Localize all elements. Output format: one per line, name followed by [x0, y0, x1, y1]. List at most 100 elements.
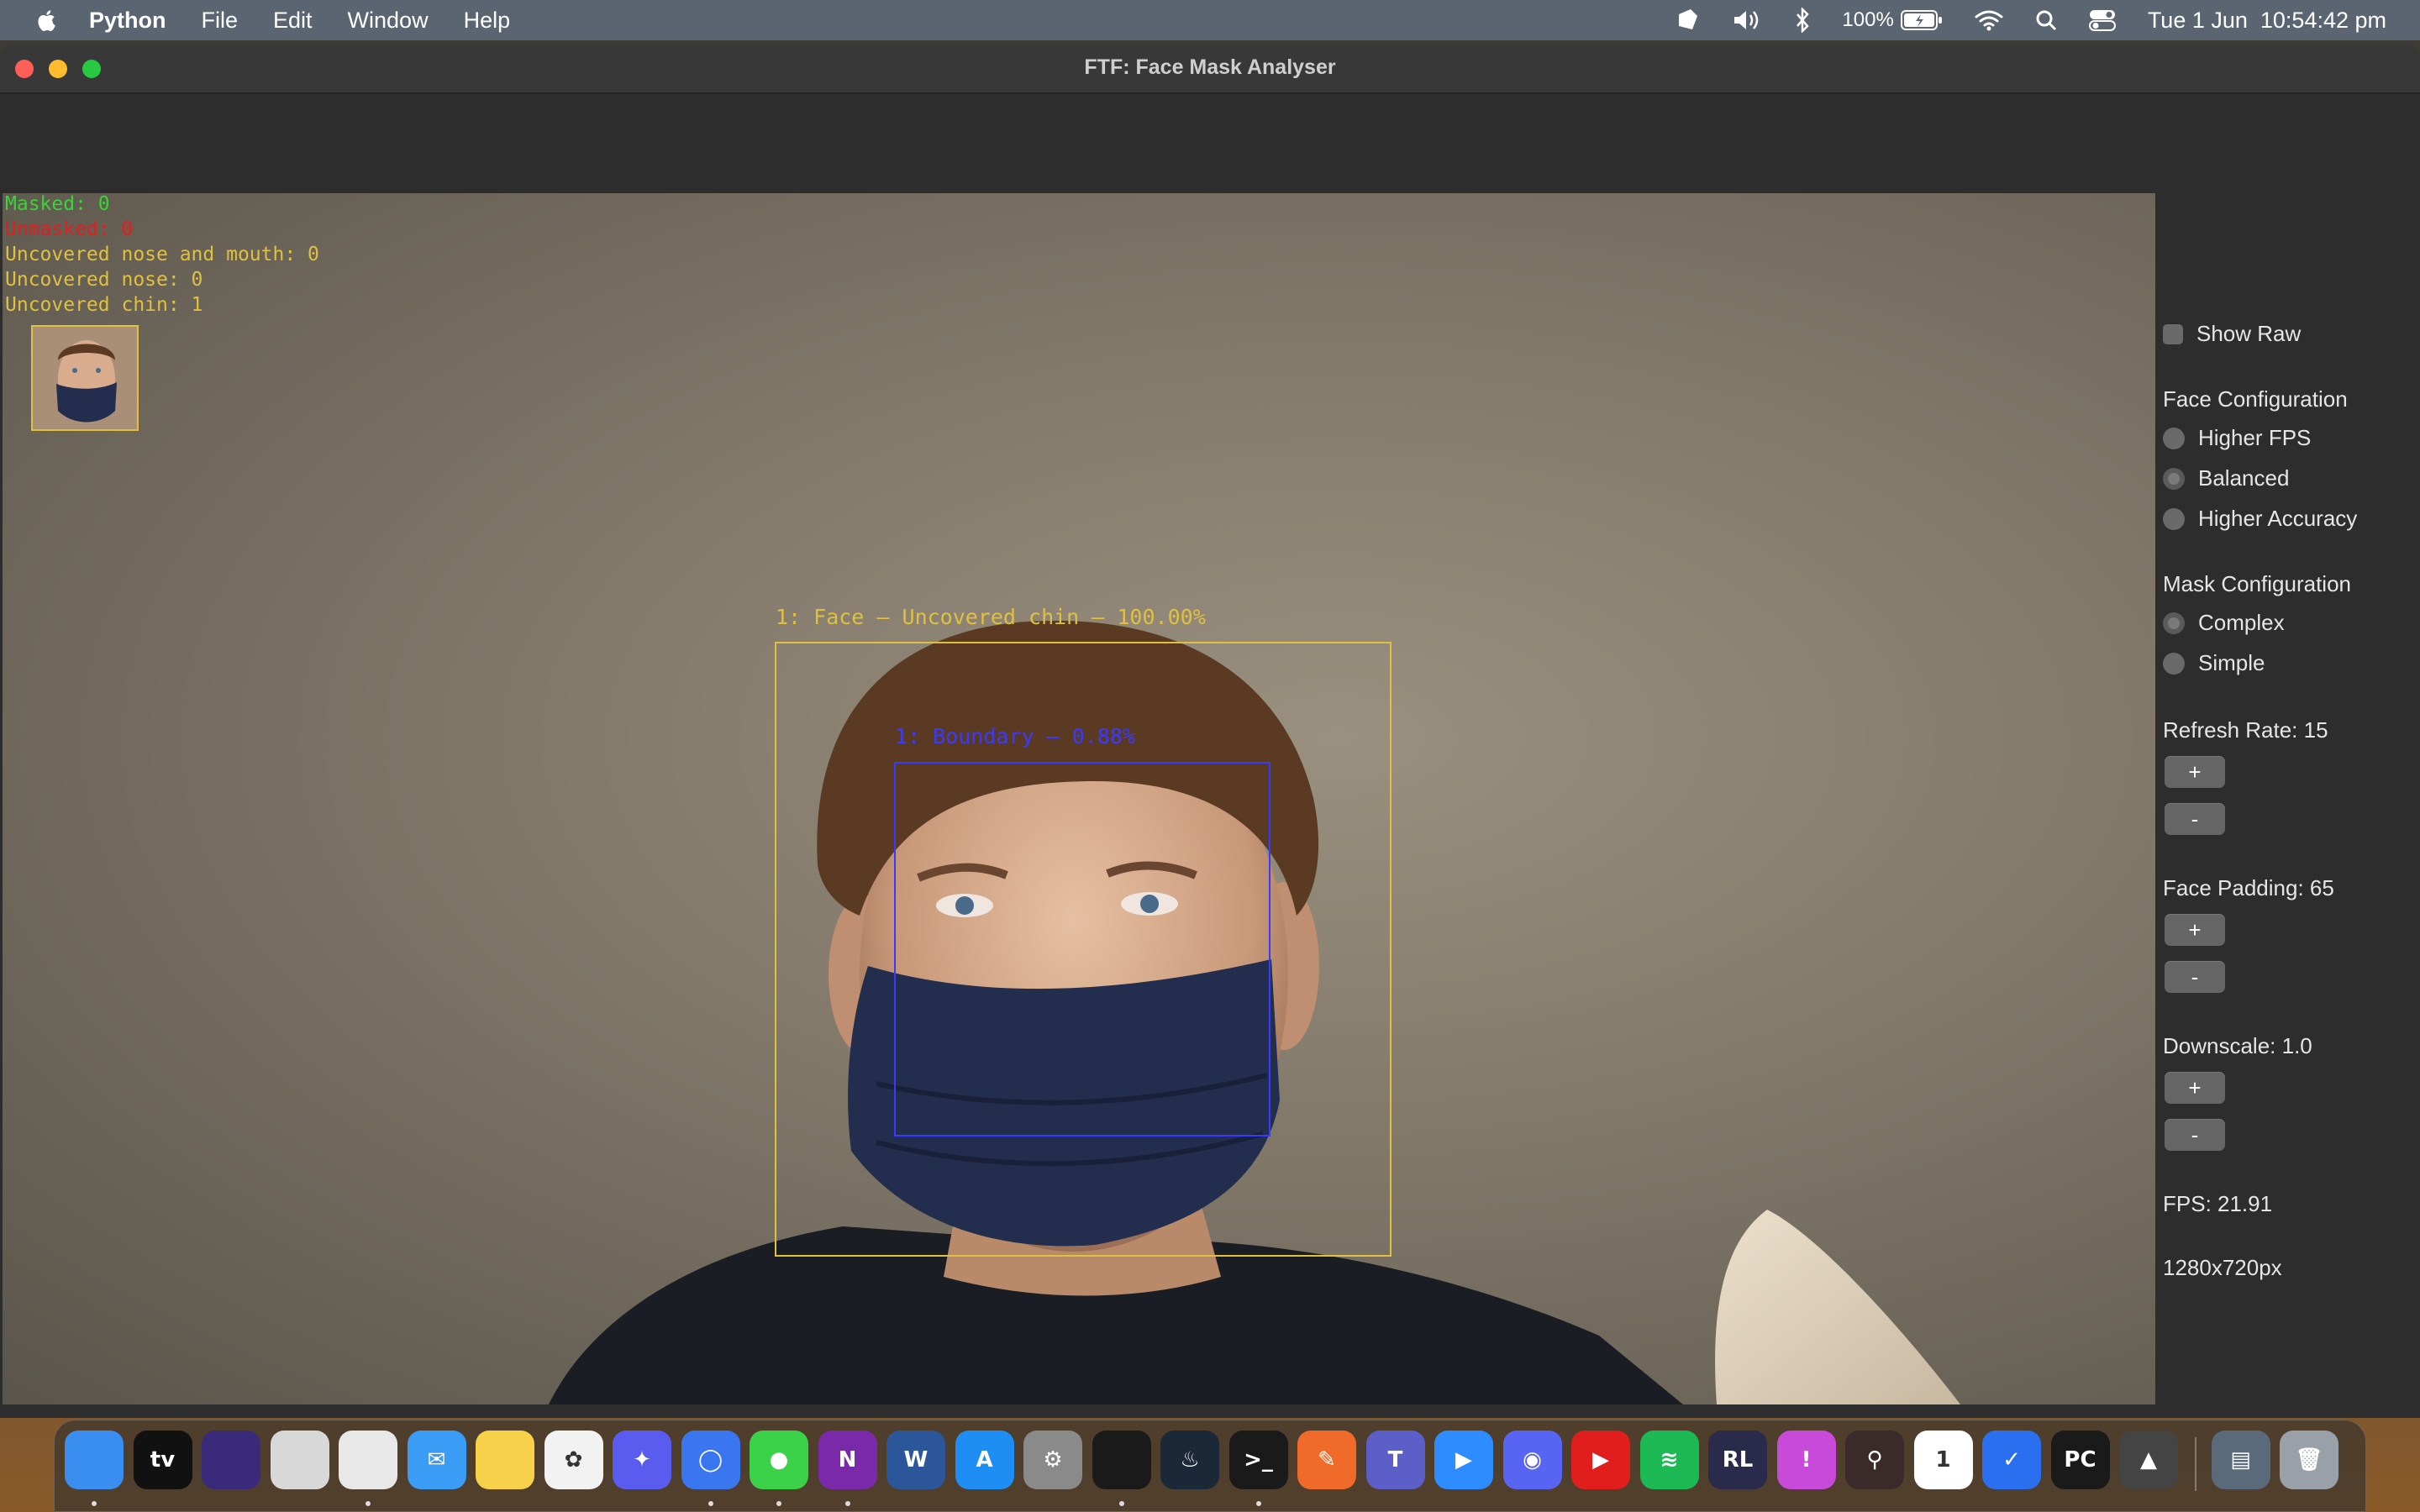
extension-icon[interactable]	[1676, 8, 1701, 33]
dock-icon-system-preferences[interactable]: ⚙	[1023, 1431, 1082, 1489]
camera-feed: Masked: 0 Unmasked: 0 Uncovered nose and…	[3, 193, 2155, 1404]
menu-bar: Python File Edit Window Help 100% Tue 1 …	[0, 0, 2420, 40]
dock-icon-finder[interactable]	[65, 1431, 124, 1489]
dock-icon-trash[interactable]: 🗑	[2280, 1431, 2338, 1489]
menu-help[interactable]: Help	[464, 8, 511, 34]
volume-icon[interactable]	[1733, 8, 1763, 32]
battery-icon	[1900, 10, 1942, 30]
unmasked-count: Unmasked: 0	[5, 218, 134, 240]
show-raw-checkbox[interactable]: Show Raw	[2163, 321, 2301, 347]
dock-icon-spotify[interactable]: ≋	[1639, 1431, 1699, 1489]
face-option-label: Balanced	[2198, 465, 2290, 491]
dock-icon-tv[interactable]: tv	[133, 1431, 192, 1489]
show-raw-checkbox-box[interactable]	[2163, 323, 2183, 344]
battery-percent: 100%	[1842, 8, 1894, 31]
mask-option-label: Simple	[2198, 650, 2265, 675]
radio-simple[interactable]	[2163, 652, 2185, 675]
dock-running-indicator	[366, 1501, 371, 1506]
resolution-readout: 1280x720px	[2163, 1255, 2282, 1280]
downscale-increase-button[interactable]: +	[2165, 1072, 2225, 1104]
window-titlebar: FTF: Face Mask Analyser	[0, 44, 2420, 94]
menu-app-name[interactable]: Python	[89, 8, 166, 34]
dock-icon-rocket[interactable]: ▲	[2119, 1431, 2178, 1489]
dock-icon-teams[interactable]: T	[1365, 1431, 1425, 1489]
bluetooth-icon[interactable]	[1795, 8, 1810, 33]
menu-file[interactable]: File	[202, 8, 239, 34]
mask-config-title: Mask Configuration	[2163, 571, 2351, 596]
wifi-icon[interactable]	[1975, 9, 2003, 31]
face-config-title: Face Configuration	[2163, 386, 2348, 412]
dock-icon-onenote[interactable]: N	[818, 1431, 877, 1489]
dock-icon-mail[interactable]: ✉	[407, 1431, 466, 1489]
face-option-label: Higher Accuracy	[2198, 506, 2358, 531]
dock-icon-python[interactable]	[1092, 1431, 1151, 1489]
dock-icon-photos[interactable]: ✿	[544, 1431, 603, 1489]
dock-icon-steam[interactable]: ♨	[1160, 1431, 1219, 1489]
dock-icon-signal[interactable]: ◯	[681, 1431, 740, 1489]
face-thumbnail	[31, 325, 139, 431]
dock-icon-tasks[interactable]: ✓	[1982, 1431, 2041, 1489]
app-window: FTF: Face Mask Analyser Masked: 0 Unmask…	[0, 44, 2420, 1418]
downscale-decrease-button[interactable]: -	[2165, 1119, 2225, 1151]
downscale-label: Downscale: 1.0	[2163, 1033, 2312, 1058]
dock-icon-siri[interactable]	[202, 1431, 260, 1489]
dock-icon-downloads[interactable]: ▤	[2211, 1431, 2270, 1489]
dock-icon-notes[interactable]	[476, 1431, 534, 1489]
face-option-balanced[interactable]: Balanced	[2163, 465, 2289, 491]
dock-icon-youtube-music[interactable]: ▶	[1571, 1431, 1630, 1489]
dock-icon-git-graph[interactable]: ⚲	[1845, 1431, 1904, 1489]
refresh-rate-decrease-button[interactable]: -	[2165, 803, 2225, 835]
face-padding-decrease-button[interactable]: -	[2165, 961, 2225, 993]
dock-running-indicator	[708, 1501, 713, 1506]
show-raw-label: Show Raw	[2196, 321, 2302, 346]
radio-balanced-selected[interactable]	[2163, 467, 2185, 490]
dock-icon-pycharm[interactable]: PC	[2050, 1431, 2110, 1489]
refresh-rate-increase-button[interactable]: +	[2165, 756, 2225, 788]
face-padding-increase-button[interactable]: +	[2165, 914, 2225, 946]
refresh-rate-label: Refresh Rate: 15	[2163, 717, 2328, 743]
uncovered-nose-count: Uncovered nose: 0	[5, 269, 203, 291]
dock-icon-app-store[interactable]: A	[955, 1431, 1014, 1489]
dock-icon-speeko[interactable]: !	[1776, 1431, 1836, 1489]
dock: tv ✉ ✿ ✦ ◯ ● N W A ⚙ ♨ >_ ✎ T ▶ ◉ ▶ ≋ RL! ⚲ 1 ✓ PC ▲ ▤ 🗑	[54, 1420, 2366, 1512]
dock-icon-zoom[interactable]: ▶	[1434, 1431, 1493, 1489]
radio-higher-accuracy[interactable]	[2163, 507, 2185, 530]
radio-higher-fps[interactable]	[2163, 427, 2185, 449]
dock-icon-sketch[interactable]: ✎	[1297, 1431, 1356, 1489]
dock-running-indicator	[92, 1501, 97, 1506]
dock-running-indicator	[776, 1501, 781, 1506]
uncovered-chin-count: Uncovered chin: 1	[5, 294, 203, 316]
fps-readout: FPS: 21.91	[2163, 1191, 2273, 1216]
face-detection-label: 1: Face — Uncovered chin — 100.00%	[776, 605, 1206, 629]
dock-icon-chrome[interactable]	[339, 1431, 397, 1489]
face-option-higher-accuracy[interactable]: Higher Accuracy	[2163, 506, 2357, 532]
uncovered-nose-mouth-count: Uncovered nose and mouth: 0	[5, 244, 319, 265]
window-content: Masked: 0 Unmasked: 0 Uncovered nose and…	[0, 94, 2420, 1418]
masked-count: Masked: 0	[5, 193, 110, 215]
dock-icon-calendar[interactable]: 1	[1913, 1431, 1973, 1489]
face-option-higher-fps[interactable]: Higher FPS	[2163, 425, 2311, 451]
dock-icon-word[interactable]: W	[886, 1431, 945, 1489]
mask-option-simple[interactable]: Simple	[2163, 650, 2265, 676]
menu-edit[interactable]: Edit	[273, 8, 313, 34]
mask-option-label: Complex	[2198, 610, 2285, 635]
face-padding-label: Face Padding: 65	[2163, 875, 2334, 900]
dock-icon-messenger[interactable]: ✦	[613, 1431, 671, 1489]
face-option-label: Higher FPS	[2198, 425, 2312, 450]
dock-icon-discord[interactable]: ◉	[1502, 1431, 1562, 1489]
boundary-detection-label: 1: Boundary — 0.88%	[895, 724, 1135, 748]
control-center-icon[interactable]	[2088, 8, 2116, 32]
search-icon[interactable]	[2035, 9, 2057, 31]
menu-clock[interactable]: Tue 1 Jun 10:54:42 pm	[2148, 8, 2386, 34]
dock-icon-terminal[interactable]: >_	[1228, 1431, 1288, 1489]
dock-running-indicator	[1118, 1501, 1124, 1506]
dock-icon-rocket-league[interactable]: RL	[1708, 1431, 1767, 1489]
radio-complex-selected[interactable]	[2163, 612, 2185, 634]
boundary-detection-box	[894, 762, 1270, 1137]
menu-window[interactable]: Window	[348, 8, 429, 34]
battery-status[interactable]: 100%	[1842, 8, 1942, 32]
dock-icon-messages[interactable]: ●	[750, 1431, 808, 1489]
dock-icon-launchpad[interactable]	[270, 1431, 329, 1489]
apple-icon[interactable]	[37, 9, 55, 31]
mask-option-complex[interactable]: Complex	[2163, 610, 2285, 636]
